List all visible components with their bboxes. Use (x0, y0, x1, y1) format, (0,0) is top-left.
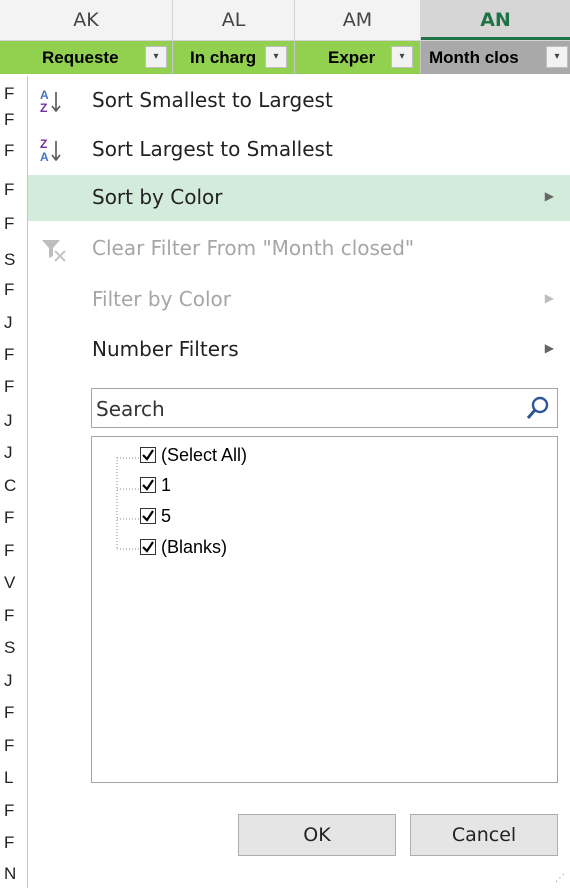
checkmark-icon (142, 449, 154, 461)
submenu-arrow-icon: ▶ (544, 189, 554, 203)
menu-item-label: Sort Largest to Smallest (92, 137, 333, 161)
cell[interactable]: C (4, 476, 16, 496)
svg-text:A: A (40, 150, 49, 164)
header-cell-month-closed[interactable]: Month clos ▾ (421, 41, 570, 74)
checkmark-icon (142, 479, 154, 491)
sort-ascending-icon: A Z (40, 88, 61, 115)
checkbox[interactable] (140, 508, 156, 524)
list-item-label: 1 (161, 475, 172, 495)
header-cell-label: Month clos (429, 48, 519, 67)
filter-dropdown-button[interactable]: ▾ (391, 46, 413, 68)
list-item-label: (Select All) (161, 445, 248, 465)
cell[interactable]: N (4, 864, 16, 884)
filter-values-list[interactable]: (Select All) 1 5 (Blanks) (91, 436, 558, 783)
cell[interactable]: F (4, 833, 14, 853)
cell[interactable]: J (4, 671, 13, 691)
cell-column-strip: F F F F F S F J F F J J C F F V F S J F … (0, 76, 27, 888)
svg-text:Z: Z (40, 101, 47, 115)
submenu-arrow-icon: ▶ (544, 291, 554, 305)
menu-item-sort-ascending[interactable]: A Z Sort Smallest to Largest (28, 78, 570, 124)
menu-item-label: Clear Filter From "Month closed" (92, 236, 415, 260)
cell[interactable]: F (4, 703, 14, 723)
header-cell-requested[interactable]: Requeste ▾ (0, 41, 173, 74)
menu-item-label: Filter by Color (92, 287, 231, 311)
header-cell-label: In charg (190, 48, 257, 67)
search-icon[interactable] (525, 395, 551, 421)
cell[interactable]: F (4, 141, 14, 161)
cell[interactable]: F (4, 345, 14, 365)
column-header-ak[interactable]: AK (0, 0, 173, 40)
column-header-al[interactable]: AL (173, 0, 295, 40)
checkbox[interactable] (140, 539, 156, 555)
checkmark-icon (142, 541, 154, 553)
autofilter-dropdown-menu: A Z Sort Smallest to Largest Z A Sort La… (27, 76, 570, 888)
menu-item-label: Sort by Color (92, 185, 223, 209)
cell[interactable]: F (4, 180, 14, 200)
cell[interactable]: F (4, 280, 14, 300)
cell[interactable]: F (4, 377, 14, 397)
menu-item-sort-descending[interactable]: Z A Sort Largest to Smallest (28, 127, 570, 173)
menu-item-number-filters[interactable]: Number Filters ▶ (28, 327, 570, 373)
filter-active-dropdown-button[interactable]: ▾ (546, 46, 568, 68)
cell[interactable]: F (4, 801, 14, 821)
menu-item-sort-by-color[interactable]: Sort by Color ▶ (28, 175, 570, 221)
cell[interactable]: F (4, 541, 14, 561)
clear-filter-icon (42, 240, 66, 262)
cell[interactable]: J (4, 313, 13, 333)
search-input[interactable] (92, 389, 518, 429)
ok-button[interactable]: OK (238, 814, 396, 856)
filter-dropdown-button[interactable]: ▾ (265, 46, 287, 68)
column-header-am[interactable]: AM (295, 0, 421, 40)
cell[interactable]: F (4, 736, 14, 756)
resize-grip-icon[interactable]: ⋰ (555, 873, 566, 884)
cell[interactable]: F (4, 606, 14, 626)
list-item-label: 5 (161, 506, 172, 526)
submenu-arrow-icon: ▶ (544, 341, 554, 355)
svg-text:Z: Z (40, 137, 47, 151)
cell[interactable]: F (4, 214, 14, 234)
menu-item-filter-by-color[interactable]: Filter by Color ▶ (28, 277, 570, 323)
filter-search-box (91, 388, 558, 429)
menu-item-label: Number Filters (92, 337, 239, 361)
checkbox[interactable] (140, 477, 156, 493)
cell[interactable]: L (4, 768, 13, 788)
cell[interactable]: S (4, 250, 15, 270)
cell[interactable]: F (4, 508, 14, 528)
cell[interactable]: J (4, 411, 13, 431)
cancel-button[interactable]: Cancel (410, 814, 558, 856)
svg-text:A: A (40, 88, 49, 102)
cell[interactable]: F (4, 110, 14, 130)
sort-descending-icon: Z A (40, 137, 61, 164)
cell[interactable]: V (4, 573, 15, 593)
column-header-row: AK AL AM AN (0, 0, 570, 41)
menu-item-clear-filter[interactable]: Clear Filter From "Month closed" (28, 226, 570, 272)
filter-header-row: Requeste ▾ In charg ▾ Exper ▾ Month clos… (0, 41, 570, 74)
header-cell-label: Requeste (42, 48, 119, 67)
list-item-label: (Blanks) (161, 537, 228, 557)
checkmark-icon (142, 510, 154, 522)
header-cell-in-charge[interactable]: In charg ▾ (173, 41, 295, 74)
header-cell-expert[interactable]: Exper ▾ (295, 41, 421, 74)
cell[interactable]: S (4, 638, 15, 658)
cell[interactable]: J (4, 443, 13, 463)
cell[interactable]: F (4, 84, 14, 104)
checkbox[interactable] (140, 447, 156, 463)
menu-item-label: Sort Smallest to Largest (92, 88, 333, 112)
column-header-an[interactable]: AN (421, 0, 570, 40)
header-cell-label: Exper (328, 48, 376, 67)
filter-dropdown-button[interactable]: ▾ (145, 46, 167, 68)
